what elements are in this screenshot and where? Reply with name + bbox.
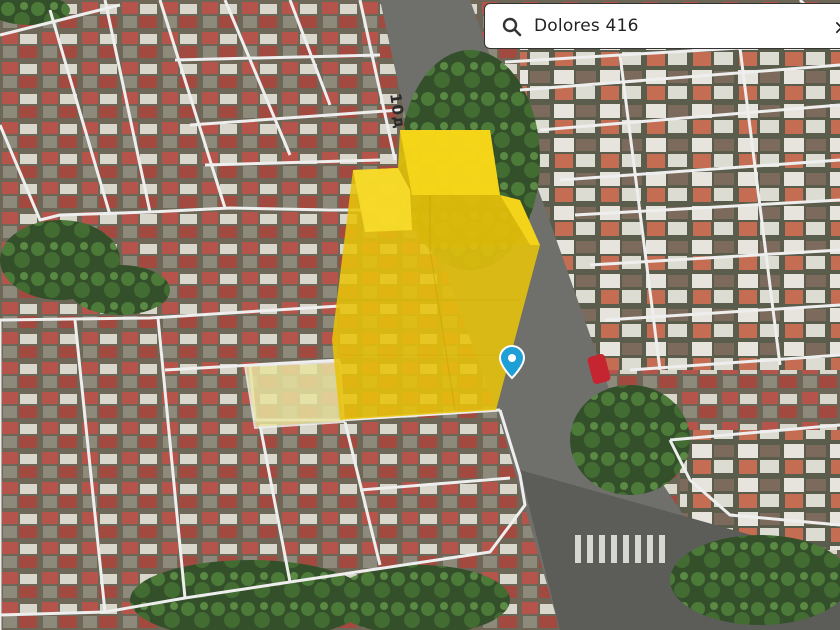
- search-input[interactable]: Dolores 416: [534, 16, 639, 36]
- highlighted-lot: [243, 360, 346, 430]
- map-view[interactable]: [0, 0, 840, 630]
- search-icon: [502, 17, 522, 37]
- search-bar[interactable]: Dolores 416 ×: [484, 3, 840, 49]
- close-icon[interactable]: ×: [833, 15, 840, 39]
